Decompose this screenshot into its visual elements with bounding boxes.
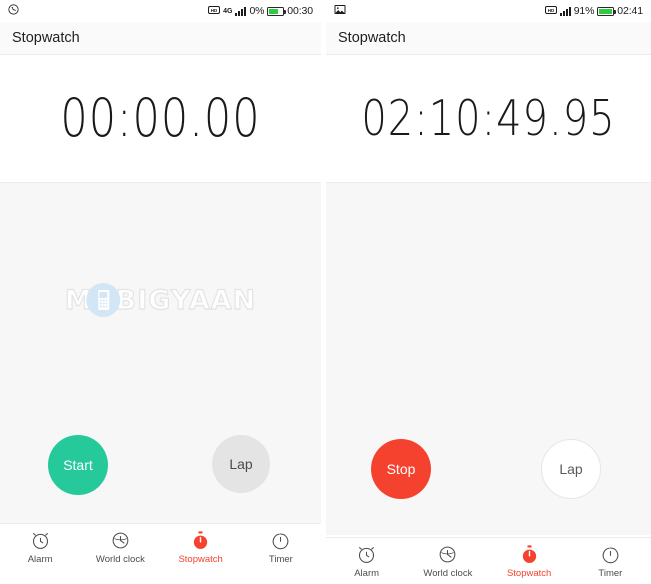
svg-text:HD: HD	[211, 8, 218, 13]
timer-icon	[600, 544, 621, 565]
elapsed-time-value: 00:00.00	[60, 88, 261, 149]
bottom-navigation: Alarm World clock Stopwatch Timer	[326, 537, 651, 584]
timer-display-area: 00:00.00	[0, 55, 321, 183]
stopwatch-icon	[519, 544, 540, 565]
nav-item-world-clock[interactable]: World clock	[407, 544, 488, 579]
page-title: Stopwatch	[338, 30, 406, 46]
lap-button[interactable]: Lap	[212, 435, 270, 493]
nav-label-alarm: Alarm	[354, 568, 380, 579]
timer-display-area: 02:10:49.95	[326, 55, 651, 183]
nav-label-timer: Timer	[268, 554, 293, 565]
lap-button[interactable]: Lap	[541, 439, 601, 499]
timer-icon	[270, 530, 291, 551]
nav-item-alarm[interactable]: Alarm	[326, 544, 407, 579]
network-type-label: 4G	[223, 7, 233, 15]
nav-label-timer: Timer	[598, 568, 623, 579]
app-bar: Stopwatch	[0, 22, 321, 55]
signal-bars-icon	[235, 6, 247, 16]
battery-icon	[597, 6, 617, 16]
phone-screen-stopwatch-running: HD 91% 02:41 Stopwatch 02:10:49.95 Stop …	[326, 0, 651, 584]
stop-button-label: Stop	[386, 461, 416, 477]
nav-item-timer[interactable]: Timer	[570, 544, 651, 579]
nav-item-alarm[interactable]: Alarm	[0, 530, 80, 565]
nav-item-stopwatch[interactable]: Stopwatch	[489, 544, 570, 579]
screenshot-pair: HD 4G 0% 00:30 Stopwatch 00:00.00 M BIGY…	[0, 0, 651, 584]
page-title: Stopwatch	[12, 30, 80, 46]
status-bar: HD 91% 02:41	[326, 0, 651, 22]
nav-label-alarm: Alarm	[27, 554, 53, 565]
lap-button-label: Lap	[559, 461, 583, 477]
nav-label-stopwatch: Stopwatch	[178, 554, 223, 565]
nav-item-timer[interactable]: Timer	[241, 530, 321, 565]
signal-bars-icon	[559, 6, 571, 16]
watermark: M BIGYAAN	[64, 283, 257, 317]
phone-screen-stopwatch-idle: HD 4G 0% 00:30 Stopwatch 00:00.00 M BIGY…	[0, 0, 321, 584]
battery-icon	[267, 6, 287, 16]
world-clock-icon	[437, 544, 458, 565]
nav-item-stopwatch[interactable]: Stopwatch	[161, 530, 241, 565]
start-button[interactable]: Start	[48, 435, 108, 495]
alarm-clock-icon	[356, 544, 377, 565]
watermark-text-left: M	[64, 284, 93, 316]
battery-percent-label: 0%	[249, 5, 265, 17]
nav-item-world-clock[interactable]: World clock	[80, 530, 160, 565]
elapsed-time-value: 02:10:49.95	[361, 90, 616, 147]
whatsapp-icon	[8, 4, 19, 18]
nav-label-world-clock: World clock	[95, 554, 145, 565]
battery-percent-label: 91%	[573, 5, 595, 17]
lap-list-area: M BIGYAAN	[0, 183, 321, 417]
nav-label-stopwatch: Stopwatch	[506, 568, 552, 579]
lap-button-label: Lap	[229, 456, 253, 472]
hd-call-icon: HD	[208, 5, 221, 18]
world-clock-icon	[110, 530, 131, 551]
bottom-navigation: Alarm World clock Stopwatch Timer	[0, 523, 321, 584]
control-buttons-area: Stop Lap	[326, 425, 651, 535]
nav-label-world-clock: World clock	[423, 568, 473, 579]
status-bar-clock: 00:30	[287, 5, 313, 17]
status-bar: HD 4G 0% 00:30	[0, 0, 321, 22]
hd-call-icon: HD	[544, 5, 557, 18]
lap-list-area	[326, 183, 651, 425]
status-bar-clock: 02:41	[617, 5, 643, 17]
app-bar: Stopwatch	[326, 22, 651, 55]
stop-button[interactable]: Stop	[371, 439, 431, 499]
image-icon	[334, 4, 346, 18]
watermark-text-right: BIGYAAN	[115, 284, 257, 316]
start-button-label: Start	[63, 457, 93, 473]
mobile-phone-icon	[86, 283, 121, 317]
stopwatch-icon	[190, 530, 211, 551]
alarm-clock-icon	[30, 530, 51, 551]
svg-text:HD: HD	[548, 8, 555, 13]
